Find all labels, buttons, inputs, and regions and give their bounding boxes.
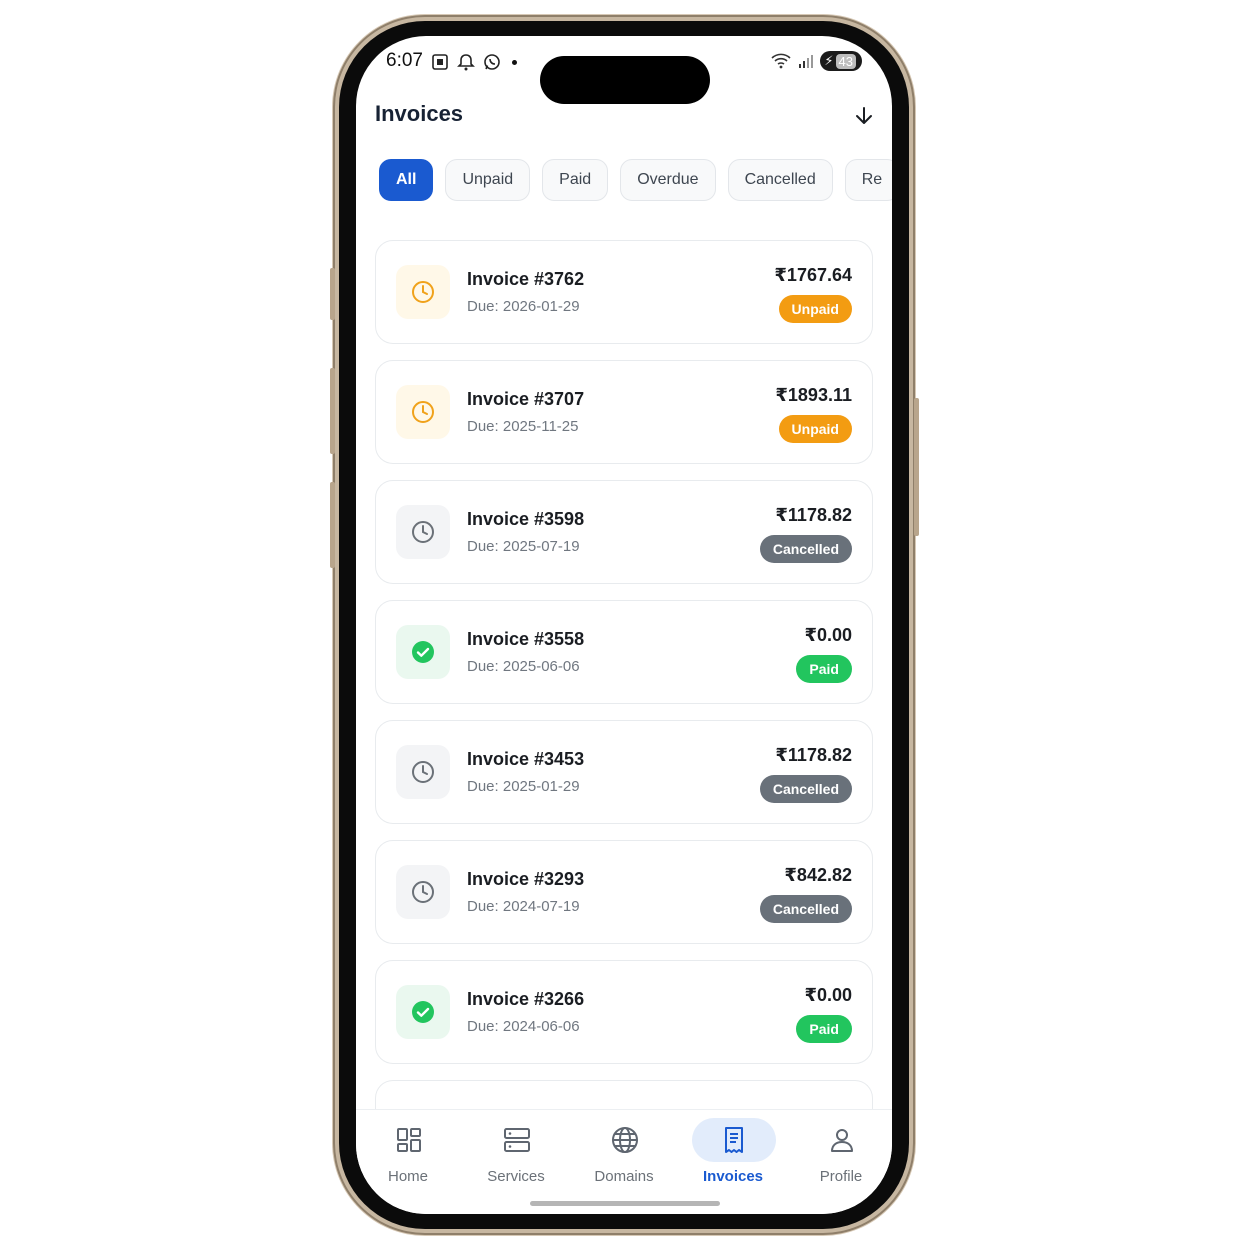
invoice-card[interactable]: Invoice #3598 Due: 2025-07-19 ₹1178.82 C… [375, 480, 873, 584]
invoice-card[interactable]: Invoice #3707 Due: 2025-11-25 ₹1893.11 U… [375, 360, 873, 464]
whatsapp-icon [484, 54, 500, 70]
invoice-title: Invoice #3453 [467, 749, 585, 769]
status-badge: Paid [796, 655, 852, 683]
app-screen: 6:07 ⚡ 43 Invoices All Unpaid Paid Overd… [356, 36, 892, 1214]
invoice-amount: ₹1178.82 [775, 505, 852, 525]
power-button [914, 398, 919, 536]
screenshot-icon [432, 54, 448, 70]
dashboard-icon [397, 1128, 421, 1152]
bell-icon [457, 54, 475, 71]
invoice-due-date: Due: 2025-11-25 [467, 418, 579, 435]
volume-down-button [330, 482, 335, 568]
invoice-due-date: Due: 2024-07-19 [467, 898, 580, 915]
filter-chips: All Unpaid Paid Overdue Cancelled Re [379, 159, 892, 201]
page-title: Invoices [375, 101, 464, 126]
invoice-amount: ₹1767.64 [774, 265, 852, 285]
nav-services-label: Services [487, 1168, 545, 1185]
arrow-down-icon [856, 107, 872, 124]
invoice-card[interactable]: Invoice #3558 Due: 2025-06-06 ₹0.00 Paid [375, 600, 873, 704]
invoice-card[interactable]: Invoice #3453 Due: 2025-01-29 ₹1178.82 C… [375, 720, 873, 824]
nav-domains-label: Domains [594, 1168, 654, 1185]
nav-profile[interactable]: Profile [791, 1110, 891, 1210]
server-icon [504, 1128, 530, 1152]
signal-icon [799, 55, 814, 68]
filter-all[interactable]: All [379, 159, 434, 201]
filter-overdue[interactable]: Overdue [620, 159, 716, 201]
action-button [330, 268, 335, 320]
filter-refunded[interactable]: Re [844, 159, 892, 201]
charging-bolt-icon: ⚡ [824, 53, 834, 68]
bottom-navigation: Home Services Domains Invoices Profile [356, 1109, 892, 1214]
invoice-card[interactable]: Invoice #3293 Due: 2024-07-19 ₹842.82 Ca… [375, 840, 873, 944]
invoice-list: Invoice #3762 Due: 2026-01-29 ₹1767.64 U… [375, 240, 873, 1136]
volume-up-button [330, 368, 335, 454]
invoice-title: Invoice #3293 [467, 869, 585, 889]
nav-profile-label: Profile [819, 1168, 863, 1185]
nav-services[interactable]: Services [466, 1110, 566, 1210]
invoice-due-date: Due: 2025-07-19 [467, 538, 580, 555]
more-notifications-dot [512, 59, 517, 65]
globe-icon [612, 1127, 638, 1153]
invoice-due-date: Due: 2026-01-29 [467, 298, 580, 315]
clock-icon [396, 865, 450, 919]
status-time: 6:07 [386, 50, 423, 71]
check-circle-icon [396, 985, 450, 1039]
invoice-amount: ₹842.82 [784, 865, 852, 885]
check-circle-icon [396, 625, 450, 679]
invoice-amount: ₹0.00 [804, 625, 852, 645]
nav-home-label: Home [387, 1168, 428, 1185]
filter-unpaid[interactable]: Unpaid [445, 159, 531, 201]
status-badge: Paid [796, 1015, 852, 1043]
wifi-icon [771, 53, 791, 69]
clock-icon [396, 745, 450, 799]
home-indicator [530, 1201, 720, 1206]
invoice-due-date: Due: 2024-06-06 [467, 1018, 580, 1035]
status-badge: Cancelled [759, 535, 852, 563]
clock-icon [396, 265, 450, 319]
invoice-title: Invoice #3266 [467, 989, 585, 1009]
nav-home[interactable]: Home [358, 1110, 458, 1210]
invoice-card[interactable]: Invoice #3266 Due: 2024-06-06 ₹0.00 Paid [375, 960, 873, 1064]
clock-icon [396, 385, 450, 439]
clock-icon [396, 505, 450, 559]
nav-invoices[interactable]: Invoices [683, 1110, 783, 1210]
status-badge: Unpaid [778, 415, 852, 443]
invoice-amount: ₹1893.11 [775, 385, 852, 405]
invoice-card[interactable]: Invoice #3762 Due: 2026-01-29 ₹1767.64 U… [375, 240, 873, 344]
status-badge: Cancelled [759, 775, 852, 803]
invoice-title: Invoice #3707 [467, 389, 585, 409]
invoice-due-date: Due: 2025-06-06 [467, 658, 580, 675]
filter-cancelled[interactable]: Cancelled [727, 159, 833, 201]
status-badge: Cancelled [759, 895, 852, 923]
invoice-title: Invoice #3598 [467, 509, 585, 529]
invoice-amount: ₹1178.82 [775, 745, 852, 765]
download-button[interactable] [850, 102, 878, 130]
nav-domains[interactable]: Domains [574, 1110, 674, 1210]
dynamic-island [540, 56, 710, 104]
status-badge: Unpaid [778, 295, 852, 323]
invoice-title: Invoice #3762 [467, 269, 585, 289]
nav-invoices-label: Invoices [702, 1168, 764, 1185]
user-icon [831, 1129, 853, 1152]
invoice-title: Invoice #3558 [467, 629, 585, 649]
status-system-icons: ⚡ 43 [770, 51, 862, 71]
battery-level: 43 [835, 53, 856, 69]
receipt-icon [725, 1127, 743, 1153]
battery-indicator: ⚡ 43 [820, 51, 862, 71]
invoice-amount: ₹0.00 [804, 985, 852, 1005]
filter-paid[interactable]: Paid [542, 159, 609, 201]
status-notification-icons [430, 52, 517, 72]
invoice-due-date: Due: 2025-01-29 [467, 778, 580, 795]
